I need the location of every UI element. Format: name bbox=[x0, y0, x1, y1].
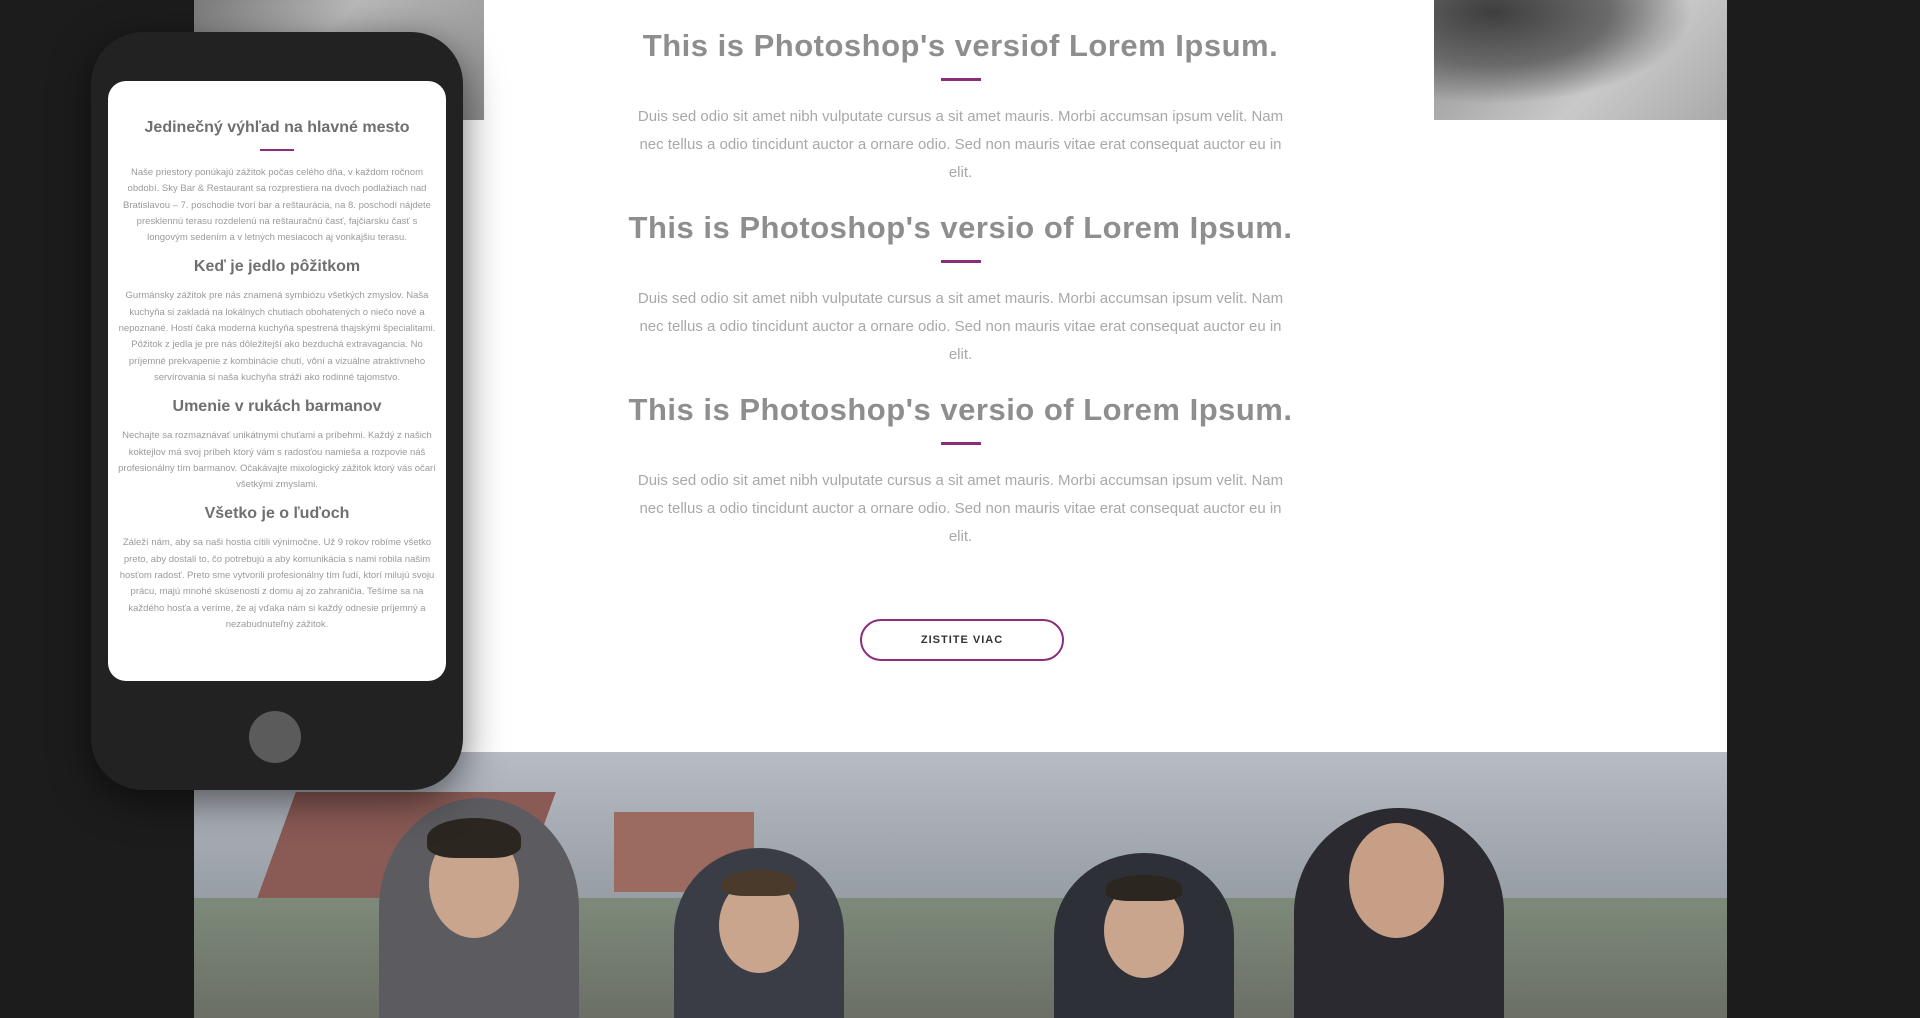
phone-section-title: Keď je jedlo pôžitkom bbox=[193, 258, 361, 276]
learn-more-button[interactable]: ZISTITE VIAC bbox=[860, 619, 1064, 661]
section-text: Duis sed odio sit amet nibh vulputate cu… bbox=[637, 472, 1284, 545]
phone-section-title: Všetko je o ľuďoch bbox=[204, 505, 350, 523]
phone-screen: Jedinečný výhľad na hlavné mesto Naše pr… bbox=[108, 81, 446, 681]
phone-mockup: Jedinečný výhľad na hlavné mesto Naše pr… bbox=[91, 32, 463, 790]
accent-divider bbox=[260, 149, 294, 151]
section-text: Duis sed odio sit amet nibh vulputate cu… bbox=[637, 108, 1284, 181]
home-button[interactable] bbox=[249, 711, 301, 763]
phone-section-title: Jedinečný výhľad na hlavné mesto bbox=[144, 119, 410, 136]
section-text: Duis sed odio sit amet nibh vulputate cu… bbox=[637, 290, 1284, 363]
phone-section-text: Záleží nám, aby sa naši hostia cítili vý… bbox=[119, 537, 435, 630]
phone-section-title: Umenie v rukách barmanov bbox=[172, 398, 382, 416]
accent-divider bbox=[940, 260, 981, 263]
phone-section-text: Nechajte sa rozmaznávať unikátnymi chuťa… bbox=[118, 430, 436, 491]
team-photo bbox=[194, 752, 1727, 1018]
phone-section-text: Gurmánsky zážitok pre nás znamená symbió… bbox=[118, 290, 436, 383]
accent-divider bbox=[940, 78, 981, 81]
phone-section-text: Naše priestory ponúkajú zážitok počas ce… bbox=[123, 167, 431, 244]
accent-divider bbox=[940, 442, 981, 445]
